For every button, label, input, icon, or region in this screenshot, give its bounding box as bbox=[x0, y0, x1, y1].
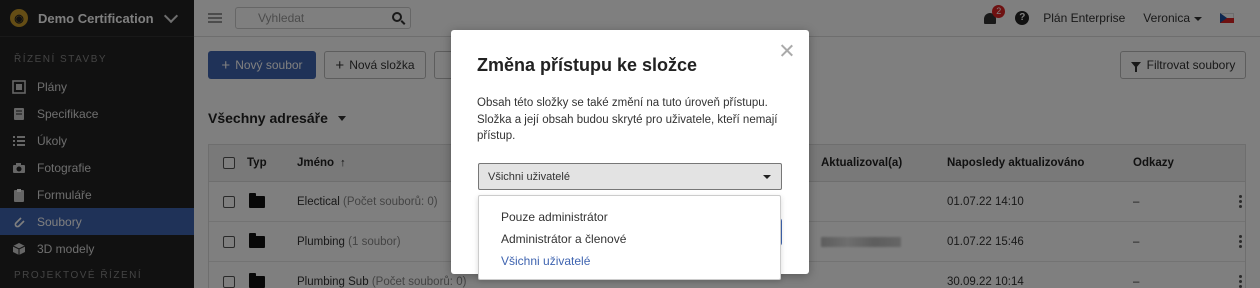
access-level-select[interactable]: Všichni uživatelé bbox=[478, 163, 782, 190]
modal-title: Změna přístupu ke složce bbox=[477, 55, 698, 75]
access-option[interactable]: Všichni uživatelé bbox=[479, 253, 780, 275]
close-icon[interactable] bbox=[781, 44, 793, 56]
modal-description: Obsah této složky se také změní na tuto … bbox=[477, 97, 778, 142]
access-option[interactable]: Pouze administrátor bbox=[479, 209, 780, 231]
caret-down-icon bbox=[763, 175, 771, 179]
access-option[interactable]: Administrátor a členové bbox=[479, 231, 780, 253]
access-level-value: Všichni uživatelé bbox=[488, 171, 570, 183]
access-level-dropdown: Pouze administrátor Administrátor a členo… bbox=[478, 195, 781, 280]
